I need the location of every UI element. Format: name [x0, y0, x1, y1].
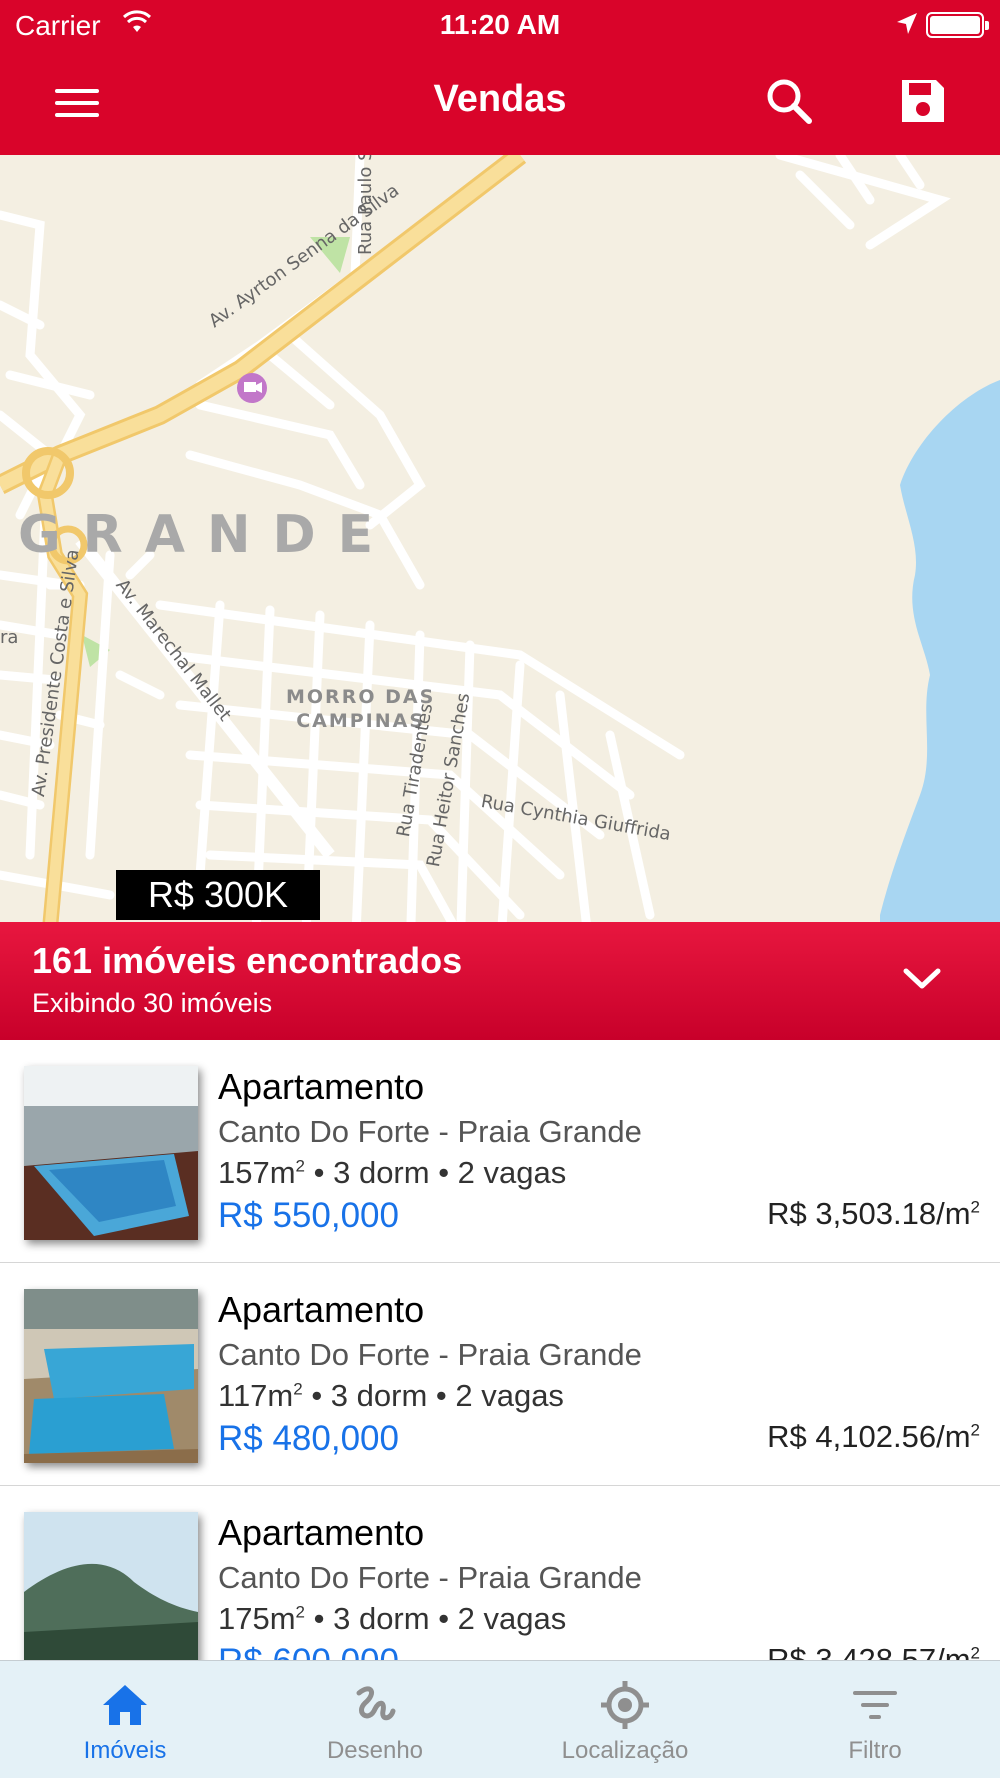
listing-location: Canto Do Forte - Praia Grande	[218, 1560, 642, 1595]
listing-item[interactable]: Apartamento Canto Do Forte - Praia Grand…	[0, 1263, 1000, 1486]
listing-type: Apartamento	[218, 1289, 425, 1330]
chevron-down-icon[interactable]	[900, 962, 944, 996]
listing-item[interactable]: Apartamento Canto Do Forte - Praia Grand…	[0, 1486, 1000, 1660]
listing-photo	[24, 1066, 198, 1240]
search-icon[interactable]	[762, 74, 818, 130]
listing-price: R$ 480,000	[218, 1419, 399, 1458]
listing-price-per-m2: R$ 3,428.57/m2	[767, 1642, 980, 1660]
listing-features: 175m2 • 3 dorm • 2 vagas	[218, 1601, 567, 1636]
listing-location: Canto Do Forte - Praia Grande	[218, 1337, 642, 1372]
listing-price-per-m2: R$ 3,503.18/m2	[767, 1196, 980, 1231]
tab-localizacao[interactable]: Localização	[500, 1661, 750, 1778]
listing-photo	[24, 1512, 198, 1660]
draw-icon	[349, 1679, 401, 1731]
listing-item[interactable]: Apartamento Canto Do Forte - Praia Grand…	[0, 1040, 1000, 1263]
street-label: ra	[0, 627, 19, 648]
filter-icon	[849, 1679, 901, 1731]
location-target-icon	[599, 1679, 651, 1731]
tab-filtro[interactable]: Filtro	[750, 1661, 1000, 1778]
results-showing: Exibindo 30 imóveis	[32, 988, 273, 1018]
listing-photo	[24, 1289, 198, 1463]
listing-list[interactable]: Apartamento Canto Do Forte - Praia Grand…	[0, 1040, 1000, 1660]
listing-price: R$ 600,000	[218, 1642, 399, 1660]
listing-type: Apartamento	[218, 1512, 425, 1553]
navigation-bar: Vendas	[0, 50, 1000, 155]
tab-label: Desenho	[326, 1737, 424, 1764]
listing-price-per-m2: R$ 4,102.56/m2	[767, 1419, 980, 1454]
listing-price: R$ 550,000	[218, 1196, 399, 1235]
neighborhood-line-1: MORRO DAS	[286, 686, 436, 708]
tab-desenho[interactable]: Desenho	[250, 1661, 500, 1778]
tab-label: Localização	[561, 1737, 689, 1764]
street-label: Rua Paulo S	[355, 155, 376, 255]
map-price-marker[interactable]: R$ 300K	[116, 870, 320, 920]
listing-location: Canto Do Forte - Praia Grande	[218, 1114, 642, 1149]
results-count: 161 imóveis encontrados	[32, 940, 463, 981]
results-summary-bar[interactable]: 161 imóveis encontrados Exibindo 30 imóv…	[0, 922, 1000, 1040]
listing-features: 117m2 • 3 dorm • 2 vagas	[218, 1378, 564, 1413]
location-arrow-icon	[896, 12, 918, 41]
listing-features: 157m2 • 3 dorm • 2 vagas	[218, 1155, 567, 1190]
save-icon[interactable]	[898, 76, 948, 126]
status-bar: Carrier 11:20 AM	[0, 0, 1000, 50]
listing-type: Apartamento	[218, 1066, 425, 1107]
battery-icon	[926, 12, 989, 38]
tab-bar: Imóveis Desenho Localização Filtro	[0, 1660, 1000, 1778]
tab-label: Filtro	[848, 1737, 902, 1764]
tab-label: Imóveis	[83, 1737, 167, 1764]
tab-imoveis[interactable]: Imóveis	[0, 1661, 250, 1778]
home-icon	[99, 1679, 151, 1731]
page-title: Vendas	[433, 78, 567, 120]
map-view[interactable]: GRANDE MORRO DAS CAMPINAS Av. Ayrton Sen…	[0, 155, 1000, 1040]
clock-label: 11:20 AM	[439, 9, 561, 40]
